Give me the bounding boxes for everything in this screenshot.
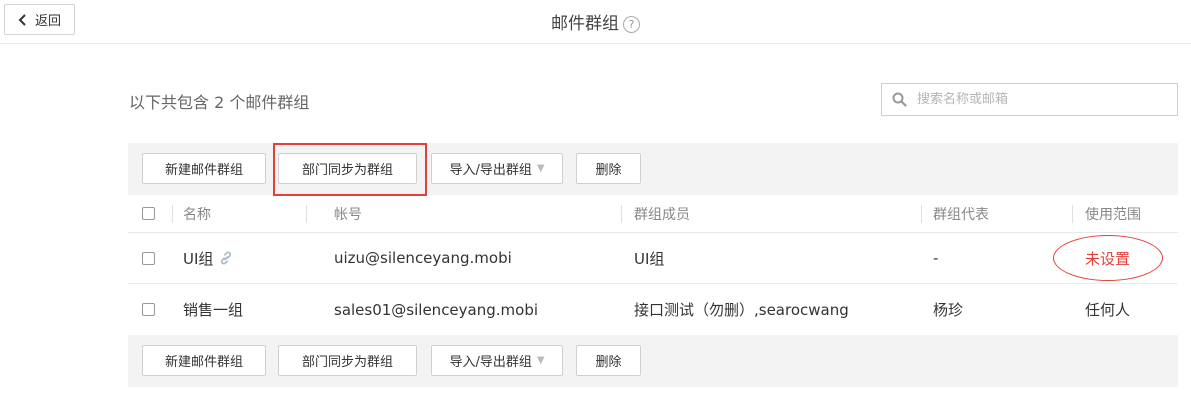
scope-cell[interactable]: 未设置 xyxy=(1085,233,1191,283)
page-title: 邮件群组? xyxy=(0,9,1191,34)
members-cell: 接口测试（勿删）,searocwang xyxy=(634,301,849,319)
column-divider xyxy=(921,205,922,223)
top-bar: 返回 邮件群组? xyxy=(0,0,1191,44)
delete-button[interactable]: 删除 xyxy=(576,345,641,376)
search-icon xyxy=(892,92,907,107)
page-title-text: 邮件群组 xyxy=(551,14,619,34)
column-divider xyxy=(1072,205,1073,223)
link-icon[interactable] xyxy=(218,250,234,266)
search-box[interactable] xyxy=(881,83,1178,116)
import-export-dropdown[interactable]: 导入/导出群组 ▼ xyxy=(431,345,563,376)
representative-cell: 杨珍 xyxy=(933,301,964,319)
members-cell: UI组 xyxy=(634,249,665,268)
select-all-checkbox[interactable] xyxy=(142,195,155,232)
caret-down-icon: ▼ xyxy=(536,355,545,366)
new-group-button[interactable]: 新建邮件群组 xyxy=(142,345,266,376)
row-checkbox[interactable] xyxy=(142,284,155,335)
import-export-label: 导入/导出群组 xyxy=(449,355,532,370)
column-divider xyxy=(621,205,622,223)
group-name-cell: UI组 xyxy=(183,233,234,283)
caret-down-icon: ▼ xyxy=(536,163,545,174)
group-name[interactable]: UI组 xyxy=(183,248,213,269)
account-cell: sales01@silenceyang.mobi xyxy=(334,300,539,319)
help-icon[interactable]: ? xyxy=(623,16,640,33)
row-checkbox[interactable] xyxy=(142,233,155,283)
column-divider xyxy=(306,205,307,223)
column-divider xyxy=(172,205,173,223)
account-cell: uizu@silenceyang.mobi xyxy=(334,249,512,267)
representative-cell: - xyxy=(933,249,939,267)
sync-dept-button[interactable]: 部门同步为群组 xyxy=(278,345,417,376)
sync-dept-button[interactable]: 部门同步为群组 xyxy=(278,153,417,184)
table-row[interactable]: UI组 uizu@silenceyang.mobi UI组 - 未设置 xyxy=(128,233,1178,284)
header-scope: 使用范围 xyxy=(1085,206,1141,223)
toolbar-bottom: 新建邮件群组 部门同步为群组 导入/导出群组 ▼ 删除 xyxy=(128,335,1178,387)
header-name: 名称 xyxy=(183,206,211,223)
group-table: 名称 帐号 群组成员 群组代表 使用范围 UI组 uizu@silenceyan… xyxy=(128,195,1178,335)
header-representative: 群组代表 xyxy=(933,206,989,223)
toolbar-top: 新建邮件群组 部门同步为群组 导入/导出群组 ▼ 删除 xyxy=(128,143,1178,195)
table-row[interactable]: 销售一组 sales01@silenceyang.mobi 接口测试（勿删）,s… xyxy=(128,284,1178,335)
new-group-button[interactable]: 新建邮件群组 xyxy=(142,153,266,184)
header-members: 群组成员 xyxy=(634,206,690,223)
import-export-dropdown[interactable]: 导入/导出群组 ▼ xyxy=(431,153,563,184)
import-export-label: 导入/导出群组 xyxy=(449,163,532,178)
delete-button[interactable]: 删除 xyxy=(576,153,641,184)
search-input[interactable] xyxy=(917,92,1177,107)
header-account: 帐号 xyxy=(334,206,362,223)
group-name[interactable]: 销售一组 xyxy=(183,284,243,335)
table-header: 名称 帐号 群组成员 群组代表 使用范围 xyxy=(128,195,1178,233)
scope-cell[interactable]: 任何人 xyxy=(1085,284,1130,335)
group-count-summary: 以下共包含 2 个邮件群组 xyxy=(129,93,310,112)
